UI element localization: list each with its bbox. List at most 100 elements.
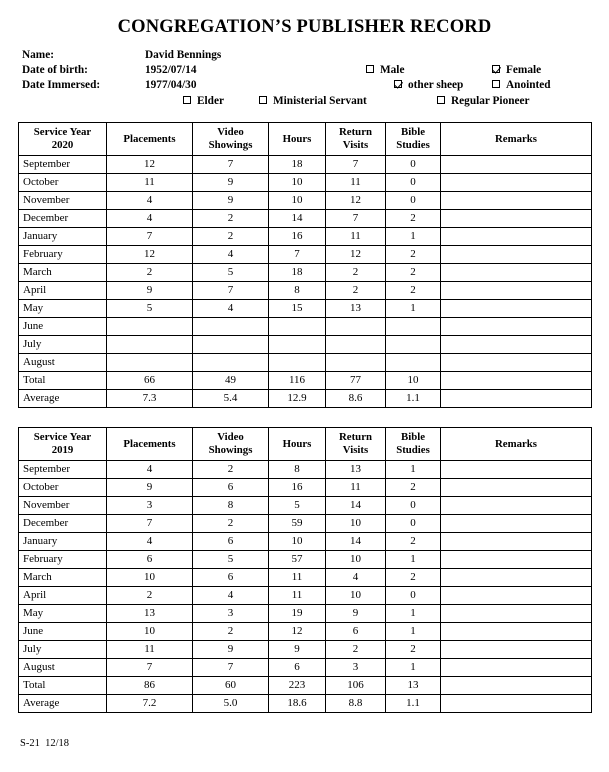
cell-hours: 8	[268, 281, 326, 300]
cell-bible-studies: 2	[385, 568, 441, 587]
cell-month: December	[18, 209, 107, 228]
table-header-row: Service Year 2019 Placements Video Showi…	[18, 427, 592, 461]
cell-month: July	[18, 640, 107, 659]
cell-hours: 12.9	[268, 389, 326, 408]
cell-month: Average	[18, 389, 107, 408]
cell-bible-studies: 2	[385, 478, 441, 497]
table-row: Total 66 49 116 77 10	[18, 371, 592, 390]
col-header-service-year: Service Year 2020	[18, 122, 107, 156]
col-header-placements: Placements	[106, 122, 193, 156]
cell-return-visits: 14	[325, 496, 386, 515]
cell-video-showings: 4	[192, 245, 269, 264]
cell-bible-studies: 2	[385, 245, 441, 264]
cell-hours: 8	[268, 460, 326, 479]
cell-return-visits: 9	[325, 604, 386, 623]
date-of-birth-label: Date of birth:	[22, 64, 88, 76]
table-row: March 10 6 11 4 2	[18, 568, 592, 587]
cell-placements: 66	[106, 371, 193, 390]
checkbox-male[interactable]: Male	[366, 64, 404, 76]
checkbox-anointed-box[interactable]	[492, 80, 500, 88]
cell-hours: 11	[268, 586, 326, 605]
cell-placements: 10	[106, 568, 193, 587]
cell-month: April	[18, 586, 107, 605]
checkbox-regular-pioneer[interactable]: Regular Pioneer	[437, 95, 530, 107]
table-body-2019: September 4 2 8 13 1 October 9 6 16 11 2 November 3 8 5…	[18, 460, 592, 713]
checkbox-female-box[interactable]	[492, 65, 500, 73]
checkbox-elder[interactable]: Elder	[183, 95, 224, 107]
cell-bible-studies: 2	[385, 640, 441, 659]
service-year-2019-table: Service Year 2019 Placements Video Showi…	[18, 427, 592, 713]
cell-placements: 4	[106, 532, 193, 551]
service-year-2019-table-wrap: Service Year 2019 Placements Video Showi…	[18, 427, 592, 713]
cell-remarks	[440, 335, 592, 354]
checkbox-regular-pioneer-box[interactable]	[437, 96, 445, 104]
date-of-birth-value: 1952/07/14	[145, 64, 197, 76]
cell-month: May	[18, 604, 107, 623]
cell-month: August	[18, 658, 107, 677]
cell-return-visits	[325, 353, 386, 372]
cell-bible-studies: 0	[385, 155, 441, 174]
cell-month: December	[18, 514, 107, 533]
checkbox-elder-label: Elder	[197, 95, 224, 107]
checkbox-elder-box[interactable]	[183, 96, 191, 104]
table-row: January 4 6 10 14 2	[18, 532, 592, 551]
col-header-return-visits: Return Visits	[325, 427, 386, 461]
checkbox-anointed[interactable]: Anointed	[492, 79, 551, 91]
cell-hours: 6	[268, 658, 326, 677]
cell-hours: 18.6	[268, 694, 326, 713]
col-header-remarks: Remarks	[440, 427, 592, 461]
cell-remarks	[440, 209, 592, 228]
cell-return-visits: 11	[325, 478, 386, 497]
date-immersed-row: Date Immersed: 1977/04/30 other sheep An…	[22, 79, 588, 93]
cell-bible-studies: 1	[385, 227, 441, 246]
table-row: February 6 5 57 10 1	[18, 550, 592, 569]
cell-hours: 9	[268, 640, 326, 659]
table-row: Average 7.3 5.4 12.9 8.6 1.1	[18, 389, 592, 408]
cell-bible-studies: 0	[385, 514, 441, 533]
table-row: April 2 4 11 10 0	[18, 586, 592, 605]
checkbox-other-sheep-box[interactable]	[394, 80, 402, 88]
cell-remarks	[440, 676, 592, 695]
cell-placements: 11	[106, 173, 193, 192]
checkbox-ministerial-servant[interactable]: Ministerial Servant	[259, 95, 367, 107]
cell-remarks	[440, 478, 592, 497]
cell-month: November	[18, 496, 107, 515]
cell-video-showings: 5.0	[192, 694, 269, 713]
col-header-video-line1: Video	[217, 126, 244, 138]
cell-month: March	[18, 568, 107, 587]
col-header-return-visits: Return Visits	[325, 122, 386, 156]
cell-hours: 12	[268, 622, 326, 641]
cell-return-visits: 13	[325, 460, 386, 479]
cell-placements: 7	[106, 227, 193, 246]
checkbox-male-box[interactable]	[366, 65, 374, 73]
cell-placements: 86	[106, 676, 193, 695]
cell-hours: 10	[268, 191, 326, 210]
identity-block: Name: David Bennings Date of birth: 1952…	[0, 49, 609, 111]
cell-bible-studies: 1	[385, 658, 441, 677]
table-row: November 3 8 5 14 0	[18, 496, 592, 515]
cell-bible-studies: 1	[385, 604, 441, 623]
cell-remarks	[440, 532, 592, 551]
col-header-video-line2: Showings	[208, 139, 253, 151]
privileges-row: Elder Ministerial Servant Regular Pionee…	[22, 95, 588, 110]
cell-placements: 13	[106, 604, 193, 623]
cell-return-visits: 2	[325, 281, 386, 300]
cell-return-visits: 77	[325, 371, 386, 390]
cell-return-visits: 14	[325, 532, 386, 551]
checkbox-other-sheep[interactable]: other sheep	[394, 79, 463, 91]
page-title: CONGREGATION’S PUBLISHER RECORD	[117, 17, 492, 37]
col-header-bible-line2: Studies	[396, 139, 430, 151]
cell-hours: 7	[268, 245, 326, 264]
cell-month: October	[18, 478, 107, 497]
cell-video-showings: 4	[192, 586, 269, 605]
col-header-return-line2: Visits	[342, 444, 369, 456]
cell-remarks	[440, 389, 592, 408]
table-row: January 7 2 16 11 1	[18, 227, 592, 246]
col-header-video-line2: Showings	[208, 444, 253, 456]
cell-return-visits: 12	[325, 191, 386, 210]
cell-placements: 2	[106, 263, 193, 282]
checkbox-ministerial-servant-box[interactable]	[259, 96, 267, 104]
table-row: May 5 4 15 13 1	[18, 299, 592, 318]
checkbox-female[interactable]: Female	[492, 64, 541, 76]
cell-return-visits: 10	[325, 550, 386, 569]
